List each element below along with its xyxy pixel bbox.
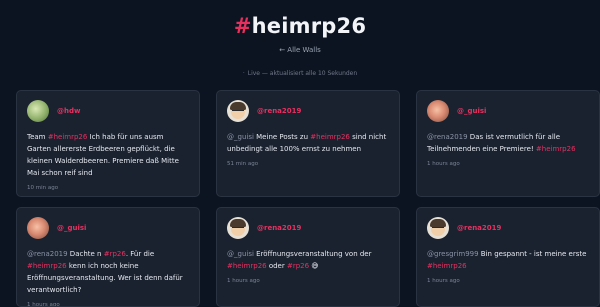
post-header: @hdw [27,99,189,123]
post-card: @_guisi @rena2019 Das ist vermutlich für … [416,90,600,197]
post-timestamp: 1 hours ago [27,302,60,307]
post-text: @rena2019 Dachte n #rp26. Für die #heimr… [27,248,189,296]
post-header: @_guisi [427,99,589,123]
hashtag-link[interactable]: #heimrp26 [427,262,467,270]
post-card: @rena2019 @_guisi Meine Posts zu #heimrp2… [216,90,400,197]
post-text: Team #heimrp26 Ich hab für uns ausm Gart… [27,131,189,179]
live-dot-icon: · [242,70,245,77]
hashtag-link[interactable]: #rp26 [287,262,309,270]
post-header: @rena2019 [427,216,589,240]
post-text-segment: 😅 [309,262,319,270]
post-text-segment: Bin gespannt - ist meine erste [478,250,587,258]
avatar-guisi [427,100,449,122]
post-text: @rena2019 Das ist vermutlich für alle Te… [427,131,589,155]
post-username[interactable]: @_guisi [457,107,486,115]
hashtag-link[interactable]: #heimrp26 [27,262,67,270]
post-text-segment: Dachte n [67,250,104,258]
title-name: heimrp26 [251,14,367,38]
hashtag-link[interactable]: #heimrp26 [227,262,267,270]
mention-link[interactable]: @rena2019 [427,133,468,141]
post-text: @_guisi Eröffnungsveranstaltung von der … [227,248,389,272]
avatar-hdw [27,100,49,122]
mention-link[interactable]: @gresgrim999 [427,250,479,258]
post-username[interactable]: @hdw [57,107,80,115]
all-walls-link[interactable]: ← Alle Walls [0,46,600,54]
hashtag-link[interactable]: #heimrp26 [48,133,88,141]
post-card: @_guisi @rena2019 Dachte n #rp26. Für die… [16,207,200,307]
page-title: #heimrp26 [0,14,600,38]
post-timestamp: 10 min ago [27,185,59,191]
mention-link[interactable]: @_guisi [227,133,254,141]
avatar-rena [427,217,449,239]
post-timestamp: 51 min ago [227,161,259,167]
post-header: @rena2019 [227,99,389,123]
post-text: @gresgrim999 Bin gespannt - ist meine er… [427,248,589,272]
post-card: @rena2019 @_guisi Eröffnungsveranstaltung… [216,207,400,307]
post-text-segment: Eröffnungsveranstaltung von der [253,250,372,258]
post-text-segment: oder [266,262,287,270]
post-username[interactable]: @_guisi [57,224,86,232]
avatar-guisi [27,217,49,239]
post-grid: @hdw Team #heimrp26 Ich hab für uns ausm … [16,90,600,307]
post-timestamp: 1 hours ago [227,278,260,284]
post-username[interactable]: @rena2019 [257,107,301,115]
title-hash: # [233,14,252,38]
hashtag-link[interactable]: #heimrp26 [310,133,350,141]
live-status-text: Live — aktualisiert alle 10 Sekunden [247,70,358,77]
header: #heimrp26 ← Alle Walls · Live — aktualisi… [0,0,600,77]
post-card: @hdw Team #heimrp26 Ich hab für uns ausm … [16,90,200,197]
post-text: @_guisi Meine Posts zu #heimrp26 sind ni… [227,131,389,155]
avatar-rena [227,100,249,122]
hashtag-link[interactable]: #heimrp26 [536,145,576,153]
post-username[interactable]: @rena2019 [257,224,301,232]
avatar-rena [227,217,249,239]
post-text-segment: . Für die [125,250,155,258]
post-text-segment: Team [27,133,48,141]
post-text-segment: Meine Posts zu [253,133,311,141]
post-timestamp: 1 hours ago [427,278,460,284]
post-timestamp: 1 hours ago [427,161,460,167]
mention-link[interactable]: @_guisi [227,250,254,258]
post-username[interactable]: @rena2019 [457,224,501,232]
mention-link[interactable]: @rena2019 [27,250,68,258]
post-card: @rena2019 @gresgrim999 Bin gespannt - ist… [416,207,600,307]
live-status: · Live — aktualisiert alle 10 Sekunden [0,70,600,77]
post-header: @rena2019 [227,216,389,240]
hashtag-link[interactable]: #rp26 [104,250,126,258]
post-header: @_guisi [27,216,189,240]
